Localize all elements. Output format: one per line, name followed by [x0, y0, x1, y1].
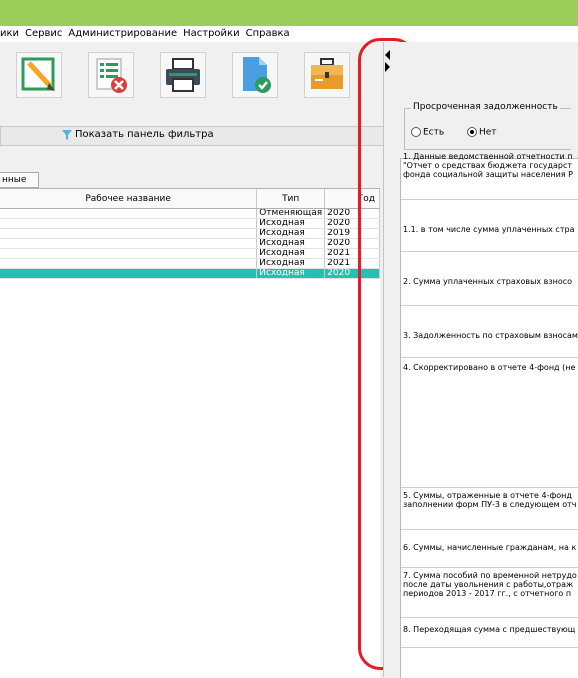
toolbar: [0, 42, 385, 118]
form-row: 2. Сумма уплаченных страховых взносо: [401, 251, 578, 306]
table-row[interactable]: Исходная 2019: [0, 228, 380, 239]
form-row-label: "Отчет о средствах бюджета государст: [403, 161, 573, 170]
form-row: 8. Переходящая сумма с предшествующ: [401, 617, 578, 648]
menu-item-service[interactable]: Сервис: [25, 28, 62, 39]
overdue-debt-legend: Просроченная задолженность: [411, 102, 560, 112]
cell-name: [0, 228, 258, 239]
expand-right-icon[interactable]: [385, 62, 390, 72]
cell-type: Исходная: [256, 218, 326, 229]
documents-table-grid: Рабочее название Тип Год Отменяющая 2020 И…: [0, 189, 380, 279]
form-row-label: 5. Суммы, отраженные в отчете 4-фонд: [403, 491, 572, 500]
report-form: 1. Данные ведомственной отчетности п "Отч…: [400, 152, 578, 678]
form-row-label: периодов 2013 - 2017 гг., с отчетного п: [403, 589, 572, 598]
cell-name: [0, 208, 258, 219]
cell-type: Отменяющая: [256, 208, 326, 219]
menu-item-settings[interactable]: Настройки: [183, 28, 239, 39]
menu-item-partial[interactable]: ики: [0, 28, 19, 39]
form-row-label: заполнении форм ПУ-3 в следующем отч: [403, 500, 577, 509]
overdue-yes-radio[interactable]: Есть: [411, 127, 444, 138]
form-row-label: 4. Скорректировано в отчете 4-фонд (не: [403, 363, 576, 372]
table-row[interactable]: Отменяющая 2020: [0, 208, 380, 219]
form-row: 3. Задолженность по страховым взносам: [401, 305, 578, 358]
filter-label: Показать панель фильтра: [75, 129, 214, 140]
filter-icon: [62, 130, 72, 140]
approve-button[interactable]: [232, 52, 278, 98]
cell-type: Исходная: [256, 238, 326, 249]
documents-table: Рабочее название Тип Год Отменяющая 2020 И…: [0, 188, 380, 678]
title-bar: [0, 0, 578, 26]
form-row-label: фонда социальной защиты населения Р: [403, 170, 573, 179]
overdue-yes-label: Есть: [423, 127, 445, 138]
table-row[interactable]: Исходная 2020: [0, 238, 380, 249]
form-row-label: 8. Переходящая сумма с предшествующ: [403, 625, 576, 634]
column-header-type[interactable]: Тип: [256, 189, 326, 209]
print-icon: [166, 58, 200, 92]
form-row: 5. Суммы, отраженные в отчете 4-фонд запо…: [401, 487, 578, 530]
cell-type: Исходная: [256, 248, 326, 259]
cell-name: [0, 248, 258, 259]
tab-data[interactable]: нные: [0, 172, 39, 188]
print-button[interactable]: [160, 52, 206, 98]
table-row[interactable]: Исходная 2020: [0, 218, 380, 229]
form-row: 1.1. в том числе сумма уплаченных стра: [401, 199, 578, 252]
radio-checked-icon: [467, 127, 477, 137]
form-row-label: 1.1. в том числе сумма уплаченных стра: [403, 225, 575, 234]
edit-button[interactable]: [16, 52, 62, 98]
form-row: 6. Суммы, начисленные гражданам, на к: [401, 529, 578, 568]
form-row-label: 6. Суммы, начисленные гражданам, на к: [403, 543, 577, 552]
approve-icon: [243, 57, 271, 93]
form-row-label: 3. Задолженность по страховым взносам: [403, 331, 578, 340]
cell-name: [0, 268, 258, 279]
form-row-label: 1. Данные ведомственной отчетности п: [403, 152, 573, 161]
column-header-name[interactable]: Рабочее название: [0, 189, 258, 209]
collapse-left-icon[interactable]: [385, 50, 390, 60]
form-row-label: 7. Сумма пособий по временной нетрудо: [403, 571, 577, 580]
overdue-no-radio[interactable]: Нет: [467, 127, 497, 138]
cell-name: [0, 218, 258, 229]
radio-circle-icon: [411, 127, 421, 137]
table-row[interactable]: Исходная 2021: [0, 258, 380, 269]
cell-name: [0, 258, 258, 269]
archive-button[interactable]: [304, 52, 350, 98]
cell-type: Исходная: [256, 268, 326, 279]
table-row[interactable]: Исходная 2021: [0, 248, 380, 259]
edit-icon: [21, 57, 55, 91]
details-panel: Просроченная задолженность Есть Нет 1. Д…: [392, 42, 578, 678]
form-row: 1. Данные ведомственной отчетности п "Отч…: [401, 143, 578, 200]
delete-icon: [96, 58, 127, 93]
cell-type: Исходная: [256, 258, 326, 269]
menu-item-administration[interactable]: Администрирование: [68, 28, 177, 39]
form-row-label: 2. Сумма уплаченных страховых взносо: [403, 277, 573, 286]
table-row[interactable]: Исходная 2020: [0, 268, 380, 279]
cell-name: [0, 238, 258, 249]
show-filter-panel-button[interactable]: Показать панель фильтра: [0, 126, 385, 146]
menu-bar: ики Сервис Администрирование Настройки Справ…: [0, 26, 578, 42]
briefcase-icon: [311, 58, 343, 89]
cell-type: Исходная: [256, 228, 326, 239]
menu-item-help[interactable]: Справка: [246, 28, 290, 39]
overdue-no-label: Нет: [479, 127, 497, 138]
delete-button[interactable]: [88, 52, 134, 98]
form-row: 7. Сумма пособий по временной нетрудо пос…: [401, 567, 578, 618]
form-row: 4. Скорректировано в отчете 4-фонд (не: [401, 357, 578, 488]
form-row-label: после даты увольнения с работы,отраж: [403, 580, 574, 589]
